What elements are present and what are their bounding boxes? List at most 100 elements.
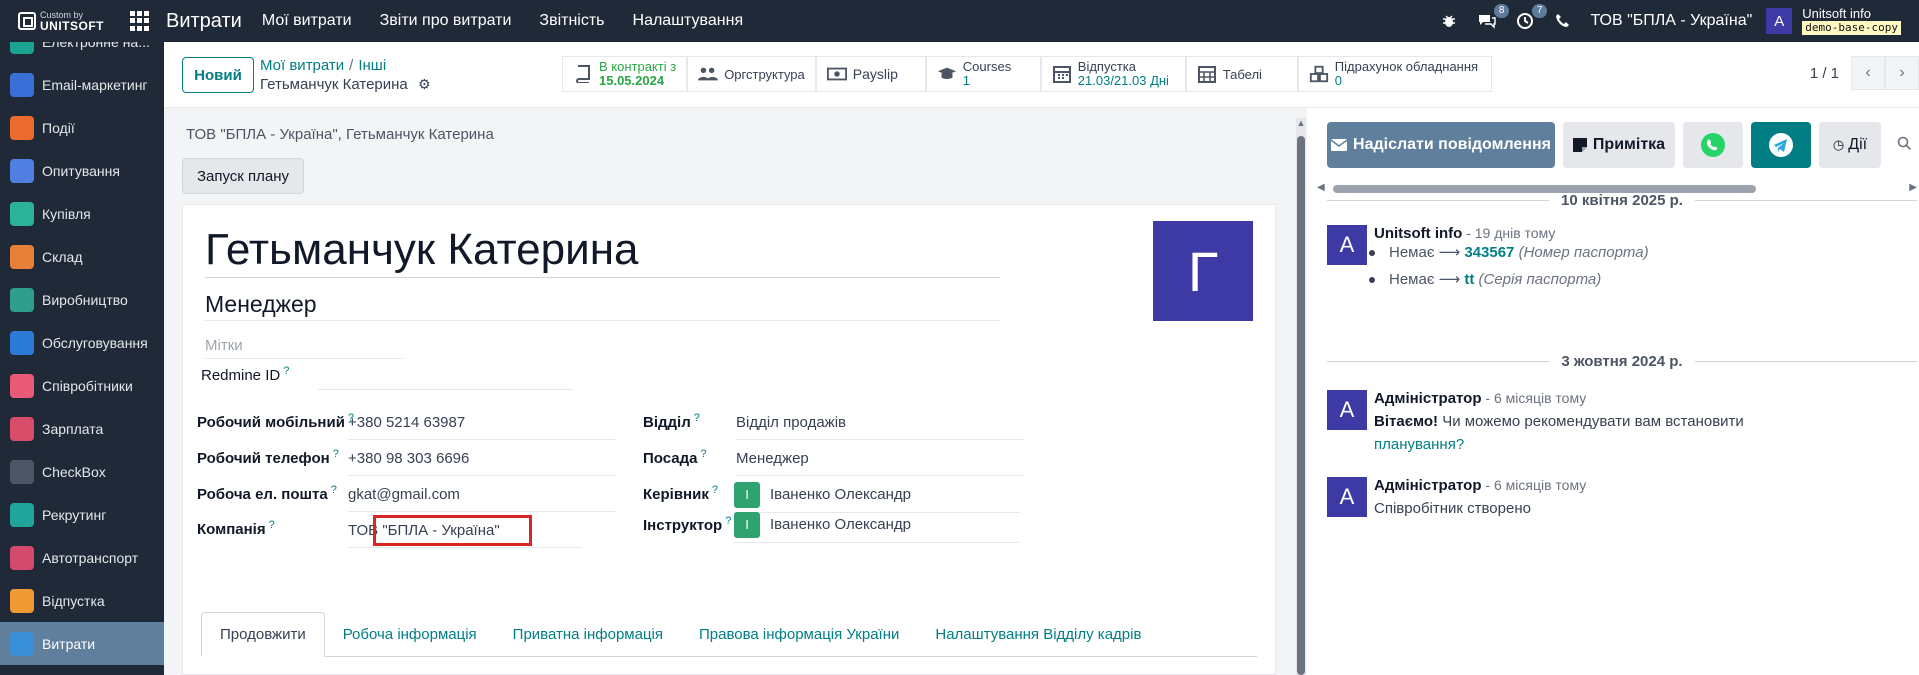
- tags-field[interactable]: Мітки: [205, 337, 403, 359]
- debug-bug-icon[interactable]: [1438, 10, 1460, 32]
- log-note-button[interactable]: Примітка: [1563, 122, 1675, 168]
- department-field[interactable]: Відділ продажів: [736, 414, 1024, 440]
- work-mobile-label: Робочий мобільний?: [197, 412, 355, 431]
- app-icon: [10, 330, 34, 355]
- courses-smart-button[interactable]: Courses 1: [925, 56, 1041, 92]
- app-icon: [10, 631, 34, 656]
- position-field[interactable]: Менеджер: [736, 450, 1024, 476]
- activities-clock-icon[interactable]: 7: [1514, 4, 1548, 32]
- help-icon[interactable]: ?: [725, 515, 731, 527]
- help-icon[interactable]: ?: [331, 484, 337, 496]
- tab-legal-information-ukraine[interactable]: Правова інформація України: [681, 612, 917, 657]
- employee-avatar[interactable]: Г: [1153, 221, 1253, 321]
- message-text: Співробітник створено: [1374, 500, 1531, 517]
- sidebar-item[interactable]: Витрати: [0, 622, 164, 665]
- gear-icon[interactable]: ⚙: [418, 75, 431, 94]
- help-icon[interactable]: ?: [269, 519, 275, 531]
- sidebar-item[interactable]: Зарплата: [0, 407, 164, 450]
- current-app-name[interactable]: Витрати: [166, 10, 242, 33]
- tab-private-information[interactable]: Приватна інформація: [495, 612, 681, 657]
- sidebar-item-label: Обслуговування: [42, 334, 148, 351]
- work-mobile-field[interactable]: +380 5214 63987: [348, 414, 615, 440]
- help-icon[interactable]: ?: [700, 448, 706, 460]
- menu-expense-reports[interactable]: Звіти про витрати: [380, 12, 512, 30]
- sidebar-item[interactable]: Електронне на...: [0, 42, 164, 63]
- sidebar-item[interactable]: Обслуговування: [0, 321, 164, 364]
- sidebar-item[interactable]: Виробництво: [0, 278, 164, 321]
- user-avatar[interactable]: A: [1766, 8, 1793, 34]
- menu-reporting[interactable]: Звітність: [539, 12, 604, 30]
- launch-plan-button[interactable]: Запуск плану: [182, 158, 304, 194]
- job-title-field[interactable]: Менеджер: [205, 291, 1000, 321]
- phone-icon[interactable]: [1552, 10, 1574, 32]
- telegram-button[interactable]: [1751, 122, 1811, 168]
- send-message-button[interactable]: Надіслати повідомлення: [1327, 122, 1555, 168]
- coach-label: Інструктор?: [643, 515, 732, 534]
- messages-icon[interactable]: 8: [1476, 4, 1510, 32]
- author-avatar[interactable]: A: [1327, 390, 1367, 430]
- manager-avatar: І: [734, 482, 760, 508]
- breadcrumb-my-expenses[interactable]: Мої витрати: [260, 57, 344, 74]
- work-phone-field[interactable]: +380 98 303 6696: [348, 450, 615, 476]
- sidebar-item[interactable]: Події: [0, 106, 164, 149]
- sidebar-item[interactable]: Співробітники: [0, 364, 164, 407]
- author-avatar[interactable]: A: [1327, 225, 1367, 265]
- company-switcher[interactable]: ТОВ "БПЛА - Україна": [1590, 12, 1752, 30]
- cubes-icon: [1309, 64, 1329, 84]
- sidebar-item-label: Витрати: [42, 635, 96, 652]
- sidebar-item[interactable]: Склад: [0, 235, 164, 278]
- tracking-change: Немає ⟶ tt (Серія паспорта): [1369, 270, 1601, 288]
- sidebar-item-label: Зарплата: [42, 420, 104, 437]
- sidebar-item[interactable]: Автотранспорт: [0, 536, 164, 579]
- chatter-actions: Надіслати повідомлення Примітка ◷ Дії: [1327, 122, 1912, 168]
- brand-logo[interactable]: Custom by UNITSOFT: [0, 0, 110, 42]
- equipment-smart-button[interactable]: Підрахунок обладнання 0: [1297, 56, 1492, 92]
- redmine-id-input[interactable]: [318, 365, 573, 390]
- employee-name-field[interactable]: Гетьманчук Катерина: [205, 225, 1000, 278]
- coach-field[interactable]: І Іваненко Олександр: [734, 512, 1020, 543]
- timesheets-smart-button[interactable]: Табелі: [1185, 56, 1298, 92]
- previous-record-button[interactable]: ‹: [1851, 56, 1885, 90]
- message-author[interactable]: Unitsoft info: [1374, 225, 1462, 242]
- tab-hr-settings[interactable]: Налаштування Відділу кадрів: [917, 612, 1159, 657]
- whatsapp-button[interactable]: [1683, 122, 1743, 168]
- activities-button[interactable]: ◷ Дії: [1819, 122, 1881, 168]
- help-icon[interactable]: ?: [712, 484, 718, 496]
- form-scrollbar[interactable]: ▲: [1296, 118, 1306, 675]
- sidebar-item[interactable]: Email-маркетинг: [0, 63, 164, 106]
- app-menu-grid-icon[interactable]: [130, 11, 150, 31]
- new-button[interactable]: Новий: [182, 57, 254, 93]
- help-icon[interactable]: ?: [694, 412, 700, 424]
- menu-configuration[interactable]: Налаштування: [633, 12, 744, 30]
- menu-my-expenses[interactable]: Мої витрати: [262, 12, 352, 30]
- sidebar-item[interactable]: CheckBox: [0, 450, 164, 493]
- breadcrumb-other[interactable]: Інші: [358, 57, 386, 74]
- message-author[interactable]: Адміністратор: [1374, 390, 1482, 407]
- messages-count-badge: 8: [1493, 4, 1510, 18]
- time-off-smart-button[interactable]: Відпустка 21.03/21.03 Дні: [1040, 56, 1186, 92]
- pager-value[interactable]: 1 / 1: [1810, 65, 1839, 82]
- work-email-field[interactable]: gkat@gmail.com: [348, 486, 615, 512]
- old-value: Немає: [1389, 244, 1435, 261]
- help-icon[interactable]: ?: [283, 365, 289, 377]
- payslip-smart-button[interactable]: Payslip: [815, 56, 926, 92]
- search-icon[interactable]: [1897, 136, 1912, 155]
- tab-work-information[interactable]: Робоча інформація: [325, 612, 495, 657]
- app-icon: [10, 373, 34, 398]
- time-off-value: 21.03/21.03 Дні: [1077, 73, 1169, 88]
- user-menu[interactable]: Unitsoft info demo-base-copy: [1802, 7, 1901, 35]
- sidebar-item[interactable]: Опитування: [0, 149, 164, 192]
- message-author[interactable]: Адміністратор: [1374, 477, 1482, 494]
- tab-resume[interactable]: Продовжити: [201, 612, 325, 657]
- next-record-button[interactable]: ›: [1885, 56, 1919, 90]
- sidebar-item[interactable]: Рекрутинг: [0, 493, 164, 536]
- author-avatar[interactable]: A: [1327, 477, 1367, 517]
- contract-smart-button[interactable]: В контракті з 15.05.2024: [562, 56, 688, 92]
- manager-field[interactable]: І Іваненко Олександр: [734, 482, 1020, 513]
- sidebar-item[interactable]: Відпустка: [0, 579, 164, 622]
- help-icon[interactable]: ?: [333, 448, 339, 460]
- sidebar-item[interactable]: Купівля: [0, 192, 164, 235]
- org-chart-smart-button[interactable]: Оргструктура: [687, 56, 816, 92]
- app-icon: [10, 416, 34, 441]
- planning-link[interactable]: планування?: [1374, 436, 1464, 453]
